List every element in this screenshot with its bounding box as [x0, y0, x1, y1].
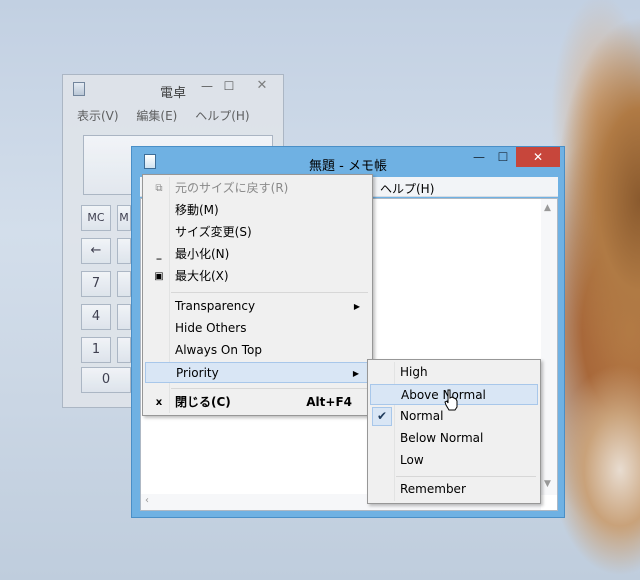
- calculator-maximize-button[interactable]: ☐: [219, 79, 239, 93]
- menu-item-accelerator: Alt+F4: [306, 395, 352, 409]
- menu-item-transparency[interactable]: Transparency ▶: [145, 296, 370, 317]
- menu-item-label: Always On Top: [175, 343, 262, 357]
- calculator-menu-edit[interactable]: 編集(E): [136, 109, 177, 123]
- notepad-titlebar[interactable]: 無題 - メモ帳 — ☐ ✕: [132, 147, 564, 175]
- menu-separator: [396, 476, 536, 477]
- submenu-arrow-icon: ▶: [352, 369, 359, 378]
- restore-icon: ⧉: [155, 183, 163, 194]
- calculator-key-mc[interactable]: MC: [81, 205, 111, 231]
- menu-item-hide-others[interactable]: Hide Others: [145, 318, 370, 339]
- calculator-titlebar[interactable]: 電卓 — ☐ ✕: [63, 75, 283, 103]
- menu-item-close[interactable]: x 閉じる(C) Alt+F4: [145, 392, 370, 413]
- menu-item-label: 最大化(X): [175, 269, 229, 283]
- calculator-key-1[interactable]: 1: [81, 337, 111, 363]
- menu-item-label: Hide Others: [175, 321, 247, 335]
- notepad-menu-help[interactable]: ヘルプ(H): [380, 180, 434, 197]
- calculator-key-m[interactable]: M: [117, 205, 131, 231]
- notepad-maximize-button[interactable]: ☐: [492, 147, 514, 167]
- menu-item-label: Remember: [400, 482, 466, 496]
- vertical-scrollbar[interactable]: ▲ ▼: [541, 199, 557, 495]
- calculator-key-4[interactable]: 4: [81, 304, 111, 330]
- calculator-key-5-partial[interactable]: [117, 304, 131, 330]
- menu-item-always-on-top[interactable]: Always On Top: [145, 340, 370, 361]
- calculator-menubar: 表示(V) 編集(E) ヘルプ(H): [77, 107, 264, 124]
- submenu-arrow-icon: ▶: [353, 302, 360, 311]
- calculator-key-backspace[interactable]: ←: [81, 238, 111, 264]
- menu-item-label: Normal: [400, 409, 444, 423]
- close-icon: x: [155, 397, 163, 408]
- menu-item-label: Low: [400, 453, 424, 467]
- menu-item-maximize[interactable]: ▣ 最大化(X): [145, 266, 370, 287]
- calculator-key-7[interactable]: 7: [81, 271, 111, 297]
- menu-item-label: 元のサイズに戻す(R): [175, 181, 289, 195]
- calculator-key-8-partial[interactable]: [117, 271, 131, 297]
- menu-item-priority[interactable]: Priority ▶: [145, 362, 370, 383]
- submenu-item-high[interactable]: High: [370, 362, 538, 383]
- menu-item-label: High: [400, 365, 428, 379]
- calculator-menu-help[interactable]: ヘルプ(H): [195, 109, 249, 123]
- priority-submenu: High Above Normal ✔ Normal Below Normal …: [367, 359, 541, 504]
- menu-item-move[interactable]: 移動(M): [145, 200, 370, 221]
- menu-separator: [171, 388, 368, 389]
- maximize-icon: ▣: [154, 271, 164, 282]
- calculator-key-2-partial[interactable]: [117, 337, 131, 363]
- menu-item-label: Priority: [176, 366, 219, 380]
- minimize-icon: _: [156, 249, 162, 260]
- menu-item-label: サイズ変更(S): [175, 225, 252, 239]
- menu-item-size[interactable]: サイズ変更(S): [145, 222, 370, 243]
- scroll-up-icon[interactable]: ▲: [544, 203, 551, 213]
- menu-item-label: 閉じる(C): [175, 395, 231, 409]
- submenu-item-low[interactable]: Low: [370, 450, 538, 471]
- checkmark-icon: ✔: [372, 407, 392, 426]
- calculator-key-partial[interactable]: [117, 238, 131, 264]
- menu-item-minimize[interactable]: _ 最小化(N): [145, 244, 370, 265]
- menu-separator: [171, 292, 368, 293]
- submenu-item-below-normal[interactable]: Below Normal: [370, 428, 538, 449]
- notepad-minimize-button[interactable]: —: [468, 147, 490, 167]
- window-system-menu: ⧉ 元のサイズに戻す(R) 移動(M) サイズ変更(S) _ 最小化(N) ▣ …: [142, 174, 373, 416]
- calculator-close-button[interactable]: ✕: [243, 76, 281, 96]
- scroll-down-icon[interactable]: ▼: [544, 479, 551, 489]
- calculator-key-0[interactable]: 0: [81, 367, 131, 393]
- submenu-item-remember[interactable]: Remember: [370, 479, 538, 500]
- menu-item-restore[interactable]: ⧉ 元のサイズに戻す(R): [145, 178, 370, 199]
- menu-item-label: Below Normal: [400, 431, 484, 445]
- calculator-minimize-button[interactable]: —: [197, 79, 217, 93]
- menu-item-label: Transparency: [175, 299, 256, 313]
- menu-item-label: 移動(M): [175, 203, 219, 217]
- menu-item-label: 最小化(N): [175, 247, 230, 261]
- notepad-close-button[interactable]: ✕: [516, 147, 560, 167]
- calculator-menu-view[interactable]: 表示(V): [77, 109, 119, 123]
- scroll-left-icon[interactable]: ‹: [145, 495, 149, 506]
- hand-pointer-cursor-icon: [444, 389, 458, 411]
